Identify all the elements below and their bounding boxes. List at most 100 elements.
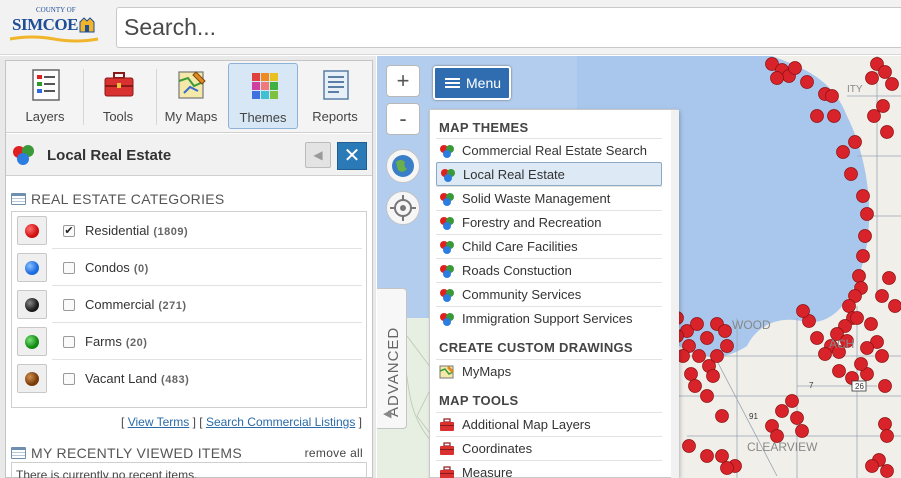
listing-marker[interactable] [800, 75, 814, 89]
listing-marker[interactable] [888, 299, 901, 313]
custom-drawing-item[interactable]: MyMaps [436, 359, 662, 383]
toolbar-reports[interactable]: Reports [300, 63, 370, 129]
listing-marker[interactable] [692, 349, 706, 363]
zoom-out-button[interactable]: - [386, 103, 420, 135]
locate-button[interactable] [386, 191, 420, 225]
listing-marker[interactable] [718, 324, 732, 338]
category-checkbox[interactable] [63, 336, 75, 348]
listing-marker[interactable] [876, 99, 890, 113]
category-checkbox[interactable] [63, 299, 75, 311]
category-color-button[interactable] [17, 290, 47, 319]
category-color-button[interactable] [17, 253, 47, 282]
listing-marker[interactable] [700, 389, 714, 403]
listing-marker[interactable] [885, 77, 899, 91]
listing-marker[interactable] [795, 424, 809, 438]
listing-marker[interactable] [878, 417, 892, 431]
listing-marker[interactable] [867, 109, 881, 123]
map-tool-item[interactable]: Measure [436, 460, 662, 478]
menu-button[interactable]: Menu [433, 66, 511, 100]
search-input[interactable] [116, 7, 901, 48]
zoom-in-button[interactable]: + [386, 65, 420, 97]
listing-marker[interactable] [832, 364, 846, 378]
menu-scrollbar[interactable] [671, 110, 679, 478]
listing-marker[interactable] [720, 461, 734, 475]
listing-marker[interactable] [865, 459, 879, 473]
listing-marker[interactable] [690, 317, 704, 331]
listing-marker[interactable] [856, 189, 870, 203]
listing-marker[interactable] [720, 339, 734, 353]
listing-marker[interactable] [852, 269, 866, 283]
listing-marker[interactable] [770, 71, 784, 85]
listing-marker[interactable] [875, 349, 889, 363]
toolbar-my-maps[interactable]: My Maps [156, 63, 226, 129]
listing-marker[interactable] [827, 109, 841, 123]
toolbar-layers[interactable]: Layers [10, 63, 80, 129]
map-theme-item[interactable]: Solid Waste Management [436, 186, 662, 210]
listing-marker[interactable] [682, 439, 696, 453]
listing-marker[interactable] [882, 271, 896, 285]
category-checkbox[interactable]: ✔ [63, 225, 75, 237]
listing-marker[interactable] [848, 135, 862, 149]
listing-marker[interactable] [810, 331, 824, 345]
listing-marker[interactable] [878, 379, 892, 393]
advanced-tab[interactable]: ADVANCED ◀ [377, 288, 407, 429]
listing-marker[interactable] [880, 429, 894, 443]
listing-marker[interactable] [880, 464, 894, 478]
listing-marker[interactable] [836, 145, 850, 159]
listing-marker[interactable] [790, 411, 804, 425]
globe-button[interactable] [386, 149, 420, 183]
listing-marker[interactable] [788, 61, 802, 75]
map-theme-item[interactable]: Community Services [436, 282, 662, 306]
map-theme-item[interactable]: Commercial Real Estate Search [436, 138, 662, 162]
listing-marker[interactable] [850, 311, 864, 325]
category-color-button[interactable] [17, 216, 47, 245]
listing-marker[interactable] [715, 449, 729, 463]
category-color-button[interactable] [17, 364, 47, 393]
search-commercial-link[interactable]: Search Commercial Listings [206, 415, 355, 429]
map-theme-item[interactable]: Local Real Estate [436, 162, 662, 186]
listing-marker[interactable] [854, 357, 868, 371]
toolbar-label: Layers [25, 109, 65, 124]
map-tool-item[interactable]: Additional Map Layers [436, 412, 662, 436]
listing-marker[interactable] [715, 409, 729, 423]
map-theme-item[interactable]: Forestry and Recreation [436, 210, 662, 234]
listing-marker[interactable] [842, 299, 856, 313]
listing-marker[interactable] [684, 367, 698, 381]
category-checkbox[interactable] [63, 262, 75, 274]
map-theme-item[interactable]: Roads Constuction [436, 258, 662, 282]
listing-marker[interactable] [864, 317, 878, 331]
view-terms-link[interactable]: View Terms [128, 415, 190, 429]
back-button[interactable]: ◀ [305, 142, 331, 168]
listing-marker[interactable] [775, 404, 789, 418]
listing-marker[interactable] [710, 349, 724, 363]
listing-marker[interactable] [865, 71, 879, 85]
toolbar-themes[interactable]: Themes [228, 63, 298, 129]
listing-marker[interactable] [785, 394, 799, 408]
listing-marker[interactable] [844, 167, 858, 181]
listing-marker[interactable] [700, 449, 714, 463]
listing-marker[interactable] [880, 125, 894, 139]
listing-marker[interactable] [860, 207, 874, 221]
map-theme-item[interactable]: Immigration Support Services [436, 306, 662, 330]
category-color-button[interactable] [17, 327, 47, 356]
listing-marker[interactable] [796, 304, 810, 318]
listing-marker[interactable] [858, 229, 872, 243]
category-count: (20) [125, 337, 148, 349]
remove-all-link[interactable]: remove all [305, 446, 363, 460]
close-theme-button[interactable]: ✕ [337, 142, 367, 170]
listing-marker[interactable] [825, 89, 839, 103]
listing-marker[interactable] [878, 65, 892, 79]
listing-marker[interactable] [875, 289, 889, 303]
map-theme-item[interactable]: Child Care Facilities [436, 234, 662, 258]
category-checkbox[interactable] [63, 373, 75, 385]
listing-marker[interactable] [810, 109, 824, 123]
listing-marker[interactable] [688, 379, 702, 393]
map-tool-item[interactable]: Coordinates [436, 436, 662, 460]
toolbar-tools[interactable]: Tools [83, 63, 153, 129]
map-canvas[interactable]: WOOD ACH CLEARVIEW ITY 26 91 7 + - Menu … [377, 56, 901, 478]
county-of-simcoe-logo[interactable]: COUNTY OF SIMCOE [8, 6, 108, 48]
listing-marker[interactable] [860, 341, 874, 355]
listing-marker[interactable] [856, 249, 870, 263]
listing-marker[interactable] [706, 369, 720, 383]
listing-marker[interactable] [700, 331, 714, 345]
